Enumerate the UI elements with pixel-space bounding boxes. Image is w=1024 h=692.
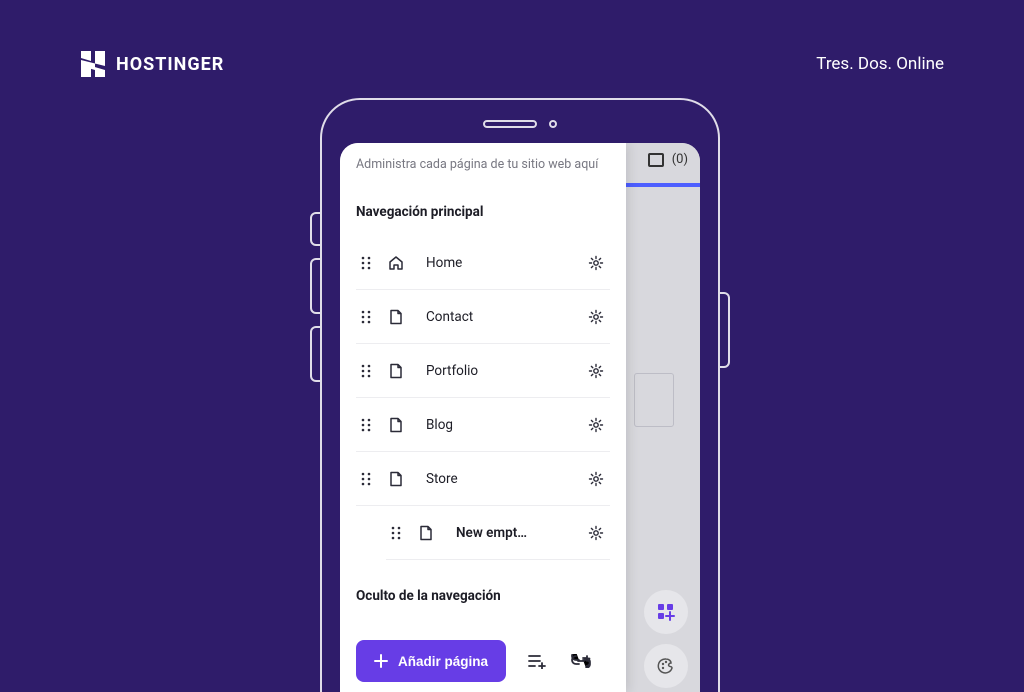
tagline: Tres. Dos. Online [816, 54, 944, 74]
playlist-add-icon [528, 653, 546, 669]
phone-volume-down-button [310, 326, 320, 382]
drag-handle-icon[interactable] [356, 472, 376, 486]
phone-volume-up-button [310, 258, 320, 314]
nav-item-blog[interactable]: Blog [356, 398, 610, 452]
drag-handle-icon[interactable] [356, 418, 376, 432]
brand-name: HOSTINGER [116, 54, 224, 75]
nav-list: Home Contact [340, 230, 626, 560]
drag-handle-icon[interactable] [356, 310, 376, 324]
drag-handle-icon[interactable] [386, 526, 406, 540]
home-icon [376, 255, 416, 271]
add-section-fab[interactable] [644, 590, 688, 634]
add-link-button[interactable] [568, 648, 594, 674]
nav-item-label: Portfolio [416, 363, 582, 379]
nav-item-contact[interactable]: Contact [356, 290, 610, 344]
page-icon [406, 525, 446, 541]
add-list-button[interactable] [524, 648, 550, 674]
pages-panel: Administra cada página de tu sitio web a… [340, 143, 626, 692]
editor-topbar: (0) [648, 152, 688, 167]
nav-item-label: Blog [416, 417, 582, 433]
hostinger-logo-icon [80, 50, 106, 78]
link-icon [571, 654, 591, 668]
page-settings-button[interactable] [582, 417, 610, 433]
style-fab[interactable] [644, 644, 688, 688]
panel-footer: Añadir página [340, 640, 626, 692]
nav-item-store[interactable]: Store [356, 452, 610, 506]
nav-item-label: Store [416, 471, 582, 487]
panel-hint: Administra cada página de tu sitio web a… [340, 143, 626, 184]
add-page-label: Añadir página [398, 654, 488, 669]
page-settings-button[interactable] [582, 255, 610, 271]
nav-item-label: Home [416, 255, 582, 271]
palette-icon [657, 657, 675, 675]
phone-power-button [720, 292, 730, 368]
drag-handle-icon[interactable] [356, 364, 376, 378]
nav-item-label: Contact [416, 309, 582, 325]
page-icon [376, 417, 416, 433]
viewport-icon [648, 153, 664, 167]
add-page-button[interactable]: Añadir página [356, 640, 506, 682]
nav-item-home[interactable]: Home [356, 236, 610, 290]
nav-item-label: New empt… [446, 525, 582, 541]
main-nav-section-title: Navegación principal [340, 184, 626, 230]
brand-logo: HOSTINGER [80, 50, 224, 78]
phone-camera [549, 120, 557, 128]
page-icon [376, 363, 416, 379]
page-settings-button[interactable] [582, 309, 610, 325]
phone-screen: (0) Administra cada página de tu sitio w… [340, 143, 700, 692]
plus-icon [374, 654, 388, 668]
phone-notch [483, 120, 557, 128]
page-settings-button[interactable] [582, 363, 610, 379]
grid-plus-icon [657, 603, 675, 621]
hidden-nav-section-title: Oculto de la navegación [340, 560, 626, 614]
editor-accent-bar [620, 183, 700, 187]
editor-placeholder-box [634, 373, 674, 427]
page-settings-button[interactable] [582, 525, 610, 541]
nav-item-portfolio[interactable]: Portfolio [356, 344, 610, 398]
drag-handle-icon[interactable] [356, 256, 376, 270]
cart-count: (0) [672, 152, 688, 167]
page-icon [376, 309, 416, 325]
page-icon [376, 471, 416, 487]
page-settings-button[interactable] [582, 471, 610, 487]
phone-speaker [483, 120, 537, 128]
phone-side-button [310, 212, 320, 246]
nav-item-new-empty[interactable]: New empt… [386, 506, 610, 560]
